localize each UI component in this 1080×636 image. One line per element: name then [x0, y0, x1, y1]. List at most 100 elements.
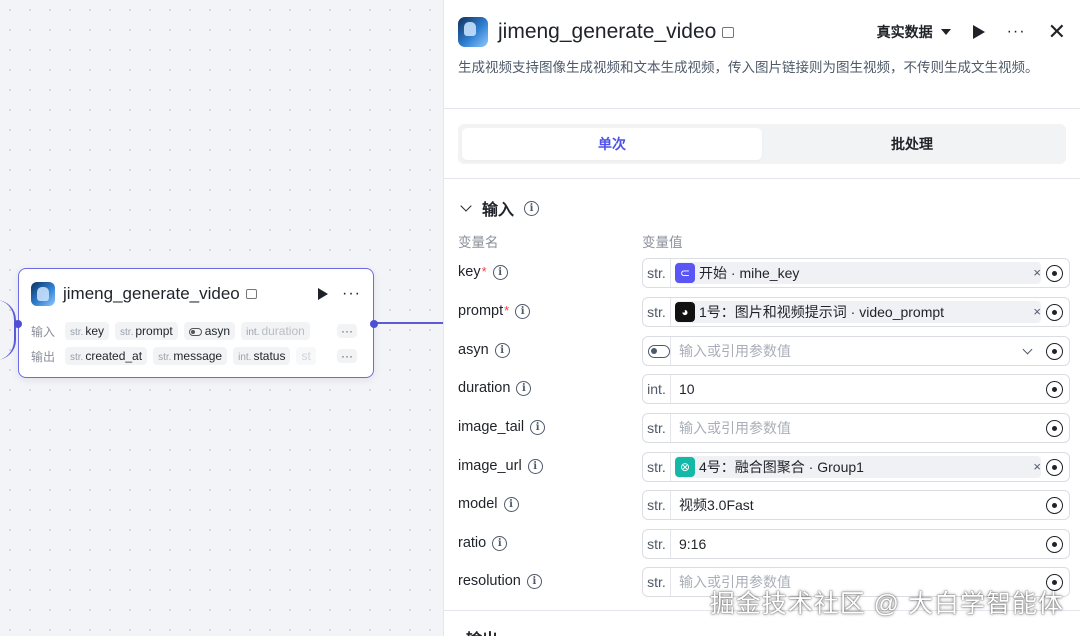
close-icon[interactable]: ✕ — [1048, 21, 1066, 43]
reference-target-icon[interactable] — [1046, 420, 1063, 437]
node-outputs-more-button[interactable]: ··· — [337, 349, 357, 363]
connection-edge-out — [374, 322, 444, 324]
param-name: duration — [458, 380, 511, 396]
param-row-ratio: ratio i str. 9:16 — [458, 529, 1070, 559]
type-tag: int. — [643, 375, 671, 403]
node-title: jimeng_generate_video — [63, 284, 240, 303]
node-output-chip: str. message — [153, 347, 228, 365]
info-icon[interactable]: i — [516, 380, 532, 396]
info-icon[interactable]: i — [515, 303, 531, 319]
param-row-asyn: asyn i 输入或引用参数值 — [458, 336, 1070, 366]
node-input-chip: asyn — [183, 322, 236, 340]
node-input-chip: int. duration — [241, 322, 310, 340]
param-value-field[interactable]: str. 9:16 — [642, 529, 1070, 559]
reference-target-icon[interactable] — [1046, 459, 1063, 476]
type-tag: str. — [643, 414, 671, 442]
param-value-field[interactable]: str. ⊗ 4号：融合图聚合 · Group1 × — [642, 452, 1070, 482]
param-row-prompt: prompt * i str. ◕ 1号：图片和视频提示词 · video_prom… — [458, 297, 1070, 327]
node-run-icon[interactable] — [318, 288, 329, 300]
clear-reference-icon[interactable]: × — [1033, 265, 1041, 280]
node-inputs-more-button[interactable]: ··· — [337, 324, 357, 338]
param-name: model — [458, 496, 498, 512]
node-settings-panel: jimeng_generate_video 真实数据 ··· ✕ 生成视频支持图… — [443, 0, 1080, 636]
info-icon[interactable]: i — [526, 573, 542, 589]
param-value-field[interactable]: str. ⊂ 开始 · mihe_key × — [642, 258, 1070, 288]
info-icon[interactable]: i — [530, 419, 546, 435]
tab-single[interactable]: 单次 — [462, 128, 762, 160]
node-more-icon[interactable]: ··· — [342, 286, 361, 302]
param-value-field[interactable]: str. 视频3.0Fast — [642, 490, 1070, 520]
run-icon[interactable] — [972, 25, 985, 39]
watermark-text: 掘金技术社区 @ 大白学智能体 — [709, 590, 1064, 618]
tab-batch[interactable]: 批处理 — [762, 128, 1062, 160]
required-mark: * — [481, 264, 487, 279]
reference-target-icon[interactable] — [1046, 304, 1063, 321]
variable-reference-chip[interactable]: ◕ 1号：图片和视频提示词 · video_prompt — [675, 301, 1041, 323]
param-name: image_tail — [458, 419, 525, 435]
chevron-down-icon[interactable] — [1022, 344, 1033, 355]
reference-target-icon[interactable] — [1046, 343, 1063, 360]
info-icon[interactable]: i — [524, 200, 540, 216]
param-value: 10 — [679, 381, 695, 397]
output-section-header[interactable]: 输出 — [466, 626, 498, 636]
plugin-type-icon — [245, 289, 257, 299]
node-input-port[interactable] — [14, 320, 22, 328]
info-icon[interactable]: i — [527, 458, 543, 474]
node-output-chip: str. created_at — [65, 347, 148, 365]
node-output-port[interactable] — [370, 320, 378, 328]
param-value-field[interactable]: str. ◕ 1号：图片和视频提示词 · video_prompt × — [642, 297, 1070, 327]
param-name: asyn — [458, 342, 489, 358]
info-icon[interactable]: i — [503, 496, 519, 512]
node-header: jimeng_generate_video ··· — [31, 281, 361, 307]
plugin-app-icon — [31, 282, 55, 306]
connection-edge-in — [0, 300, 16, 360]
param-placeholder: 输入或引用参数值 — [679, 343, 791, 359]
type-tag-boolean — [643, 337, 671, 365]
panel-description: 生成视频支持图像生成视频和文本生成视频，传入图片链接则为图生视频，不传则生成文生… — [458, 60, 1039, 75]
param-row-model: model i str. 视频3.0Fast — [458, 490, 1070, 520]
node-outputs-label: 输出 — [31, 349, 56, 364]
param-value-field[interactable]: str. 输入或引用参数值 — [642, 413, 1070, 443]
chevron-down-icon — [460, 200, 472, 212]
variable-reference-chip[interactable]: ⊗ 4号：融合图聚合 · Group1 — [675, 456, 1041, 478]
param-name: resolution — [458, 573, 521, 589]
variable-reference-chip[interactable]: ⊂ 开始 · mihe_key — [675, 262, 1041, 284]
param-value-select[interactable]: 输入或引用参数值 — [642, 336, 1070, 366]
param-name: ratio — [458, 535, 487, 551]
toggle-icon — [647, 344, 670, 358]
plugin-type-icon — [722, 26, 735, 38]
divider — [444, 178, 1080, 179]
node-inputs-label: 输入 — [31, 324, 56, 339]
reference-target-icon[interactable] — [1046, 536, 1063, 553]
info-icon[interactable]: i — [492, 535, 508, 551]
workflow-node-jimeng[interactable]: jimeng_generate_video ··· 输入 str. key str… — [14, 268, 378, 378]
input-section-header[interactable]: 输入 i — [458, 196, 540, 220]
param-value-field[interactable]: int. 10 — [642, 374, 1070, 404]
reference-text: 1号：图片和视频提示词 · video_prompt — [699, 304, 945, 320]
bot-node-icon: ◕ — [675, 302, 695, 322]
type-tag: str. — [643, 298, 671, 326]
type-tag: str. — [643, 530, 671, 558]
data-mode-label: 真实数据 — [876, 24, 933, 40]
info-icon[interactable]: i — [494, 342, 510, 358]
type-tag: str. — [643, 259, 671, 287]
input-section-title: 输入 — [482, 202, 515, 219]
toggle-icon — [188, 327, 202, 336]
param-row-image-tail: image_tail i str. 输入或引用参数值 — [458, 413, 1070, 443]
reference-target-icon[interactable] — [1046, 381, 1063, 398]
reference-target-icon[interactable] — [1046, 265, 1063, 282]
param-row-key: key * i str. ⊂ 开始 · mihe_key × — [458, 258, 1070, 288]
reference-text: 开始 · mihe_key — [699, 265, 800, 281]
reference-text: 4号：融合图聚合 · Group1 — [699, 459, 864, 475]
reference-target-icon[interactable] — [1046, 497, 1063, 514]
more-icon[interactable]: ··· — [1007, 24, 1026, 40]
data-mode-dropdown[interactable]: 真实数据 — [877, 22, 951, 42]
start-node-icon: ⊂ — [675, 263, 695, 283]
clear-reference-icon[interactable]: × — [1033, 459, 1041, 474]
node-output-chip: int. status — [233, 347, 291, 365]
plugin-app-icon — [458, 17, 488, 47]
required-mark: * — [504, 303, 510, 318]
info-icon[interactable]: i — [492, 264, 508, 280]
param-name: prompt — [458, 303, 504, 319]
clear-reference-icon[interactable]: × — [1033, 304, 1041, 319]
